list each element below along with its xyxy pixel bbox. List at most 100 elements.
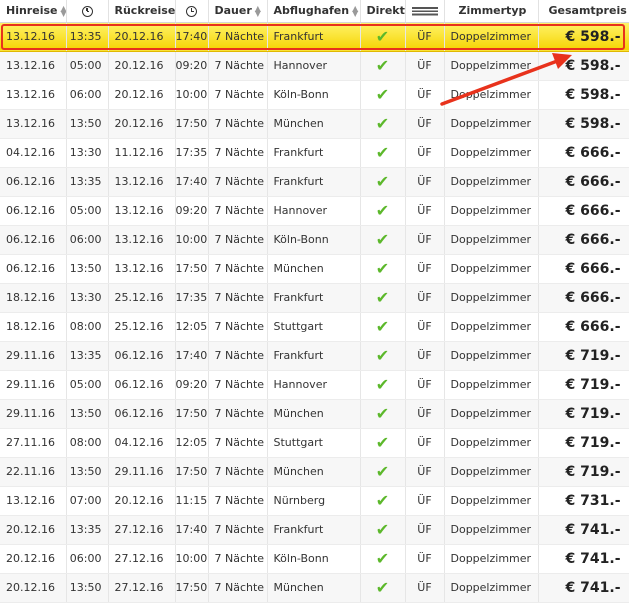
- departure-time-cell: 07:00: [66, 486, 109, 516]
- col-direkt[interactable]: Direkt: [360, 0, 406, 23]
- departure-airport: Köln-Bonn: [273, 88, 329, 101]
- departure-time: 05:00: [69, 59, 102, 72]
- return-time-cell: 17:40: [175, 22, 209, 52]
- col-hinreise[interactable]: Hinreise ▲ ▼: [0, 0, 67, 23]
- duration: 7 Nächte: [214, 581, 265, 594]
- departure-time-cell: 13:50: [66, 399, 109, 429]
- table-row[interactable]: 06.12.16 13:50 13.12.16 17:50 7 Nächte Münche…: [0, 254, 629, 284]
- return-time: 17:40: [175, 523, 208, 536]
- col-abflughafen[interactable]: Abflughafen ▲ ▼: [267, 0, 361, 23]
- total-price-cell: € 666.-: [538, 283, 629, 313]
- table-row[interactable]: 18.12.16 08:00 25.12.16 12:05 7 Nächte Stuttg…: [0, 312, 629, 342]
- return-date: 27.12.16: [114, 523, 164, 536]
- departure-date-cell: 29.11.16: [0, 399, 67, 429]
- col-ret-time[interactable]: [175, 0, 209, 23]
- sort-up-down-icon[interactable]: ▲ ▼: [60, 5, 65, 18]
- duration-cell: 7 Nächte: [208, 80, 268, 110]
- room-type-cell: Doppelzimmer: [444, 80, 539, 110]
- departure-time: 07:00: [69, 494, 102, 507]
- table-row[interactable]: 20.12.16 13:35 27.12.16 17:40 7 Nächte Frankf…: [0, 515, 629, 545]
- duration-cell: 7 Nächte: [208, 428, 268, 458]
- departure-time: 13:35: [69, 175, 102, 188]
- sort-up-down-icon[interactable]: ▲ ▼: [352, 5, 358, 18]
- return-time-cell: 17:50: [175, 109, 209, 139]
- table-row[interactable]: 06.12.16 13:35 13.12.16 17:40 7 Nächte Frankf…: [0, 167, 629, 197]
- departure-airport-cell: München: [267, 109, 361, 139]
- room-type-cell: Doppelzimmer: [444, 544, 539, 574]
- col-dep-time[interactable]: [66, 0, 109, 23]
- table-row[interactable]: 29.11.16 05:00 06.12.16 09:20 7 Nächte Hannov…: [0, 370, 629, 400]
- table-row[interactable]: 18.12.16 13:30 25.12.16 17:35 7 Nächte Frankf…: [0, 283, 629, 313]
- return-time: 17:50: [175, 581, 208, 594]
- board-type: ÜF: [417, 581, 432, 594]
- return-date-cell: 27.12.16: [108, 573, 176, 603]
- table-row[interactable]: 13.12.16 05:00 20.12.16 09:20 7 Nächte Hannov…: [0, 51, 629, 81]
- total-price-cell: € 719.-: [538, 370, 629, 400]
- departure-date: 27.11.16: [6, 436, 55, 449]
- room-type: Doppelzimmer: [450, 552, 532, 565]
- direct-check-cell: ✔: [360, 312, 406, 342]
- col-dauer[interactable]: Dauer ▲ ▼: [208, 0, 268, 23]
- return-time-cell: 10:00: [175, 80, 209, 110]
- departure-date-cell: 13.12.16: [0, 22, 67, 52]
- table-row[interactable]: 06.12.16 05:00 13.12.16 09:20 7 Nächte Hannov…: [0, 196, 629, 226]
- direct-check-cell: ✔: [360, 515, 406, 545]
- table-row[interactable]: 13.12.16 13:35 20.12.16 17:40 7 Nächte Frankf…: [0, 22, 629, 52]
- table-row[interactable]: 13.12.16 13:50 20.12.16 17:50 7 Nächte Münche…: [0, 109, 629, 139]
- table-row[interactable]: 13.12.16 07:00 20.12.16 11:15 7 Nächte Nürnbe…: [0, 486, 629, 516]
- table-row[interactable]: 27.11.16 08:00 04.12.16 12:05 7 Nächte Stuttg…: [0, 428, 629, 458]
- board-type: ÜF: [417, 117, 432, 130]
- return-time: 17:40: [175, 30, 208, 43]
- sort-up-down-icon[interactable]: ▲ ▼: [255, 5, 261, 18]
- return-time: 10:00: [175, 233, 208, 246]
- room-type: Doppelzimmer: [450, 581, 532, 594]
- checkmark-icon: ✔: [375, 346, 390, 365]
- room-type-cell: Doppelzimmer: [444, 457, 539, 487]
- departure-time-cell: 13:50: [66, 109, 109, 139]
- departure-date: 13.12.16: [6, 117, 55, 130]
- table-row[interactable]: 20.12.16 06:00 27.12.16 10:00 7 Nächte Köln-B…: [0, 544, 629, 574]
- col-rueckreise[interactable]: Rückreise: [108, 0, 176, 23]
- room-type: Doppelzimmer: [450, 233, 532, 246]
- table-row[interactable]: 20.12.16 13:50 27.12.16 17:50 7 Nächte Münche…: [0, 573, 629, 603]
- room-type-cell: Doppelzimmer: [444, 341, 539, 371]
- duration: 7 Nächte: [214, 233, 265, 246]
- duration-cell: 7 Nächte: [208, 312, 268, 342]
- departure-time: 06:00: [69, 552, 102, 565]
- board-type: ÜF: [417, 552, 432, 565]
- col-zimmertyp[interactable]: Zimmertyp: [444, 0, 539, 23]
- table-row[interactable]: 04.12.16 13:30 11.12.16 17:35 7 Nächte Frankf…: [0, 138, 629, 168]
- departure-airport: München: [273, 117, 324, 130]
- departure-airport-cell: Köln-Bonn: [267, 80, 361, 110]
- table-row[interactable]: 29.11.16 13:35 06.12.16 17:40 7 Nächte Frankf…: [0, 341, 629, 371]
- return-time-cell: 09:20: [175, 196, 209, 226]
- departure-time: 13:50: [69, 465, 102, 478]
- col-gesamtpreis[interactable]: Gesamtpreis▼: [538, 0, 629, 23]
- return-time-cell: 17:40: [175, 515, 209, 545]
- departure-airport-cell: Stuttgart: [267, 428, 361, 458]
- duration: 7 Nächte: [214, 30, 265, 43]
- total-price: € 719.-: [565, 376, 621, 393]
- departure-time: 08:00: [69, 436, 102, 449]
- board-type-cell: ÜF: [405, 399, 445, 429]
- table-row[interactable]: 22.11.16 13:50 29.11.16 17:50 7 Nächte Münche…: [0, 457, 629, 487]
- total-price: € 719.-: [565, 347, 621, 364]
- departure-airport-cell: Hannover: [267, 51, 361, 81]
- total-price-cell: € 666.-: [538, 225, 629, 255]
- departure-airport-cell: Köln-Bonn: [267, 225, 361, 255]
- col-verpflegung[interactable]: [405, 0, 445, 23]
- total-price: € 666.-: [565, 202, 621, 219]
- table-row[interactable]: 06.12.16 06:00 13.12.16 10:00 7 Nächte Köln-B…: [0, 225, 629, 255]
- return-time: 12:05: [175, 320, 208, 333]
- return-date: 06.12.16: [114, 378, 164, 391]
- duration-cell: 7 Nächte: [208, 138, 268, 168]
- total-price: € 719.-: [565, 405, 621, 422]
- board-type: ÜF: [417, 233, 432, 246]
- departure-date-cell: 06.12.16: [0, 196, 67, 226]
- table-row[interactable]: 13.12.16 06:00 20.12.16 10:00 7 Nächte Köln-B…: [0, 80, 629, 110]
- table-row[interactable]: 29.11.16 13:50 06.12.16 17:50 7 Nächte Münche…: [0, 399, 629, 429]
- room-type: Doppelzimmer: [450, 465, 532, 478]
- departure-date-cell: 13.12.16: [0, 109, 67, 139]
- board-type: ÜF: [417, 291, 432, 304]
- departure-time-cell: 05:00: [66, 51, 109, 81]
